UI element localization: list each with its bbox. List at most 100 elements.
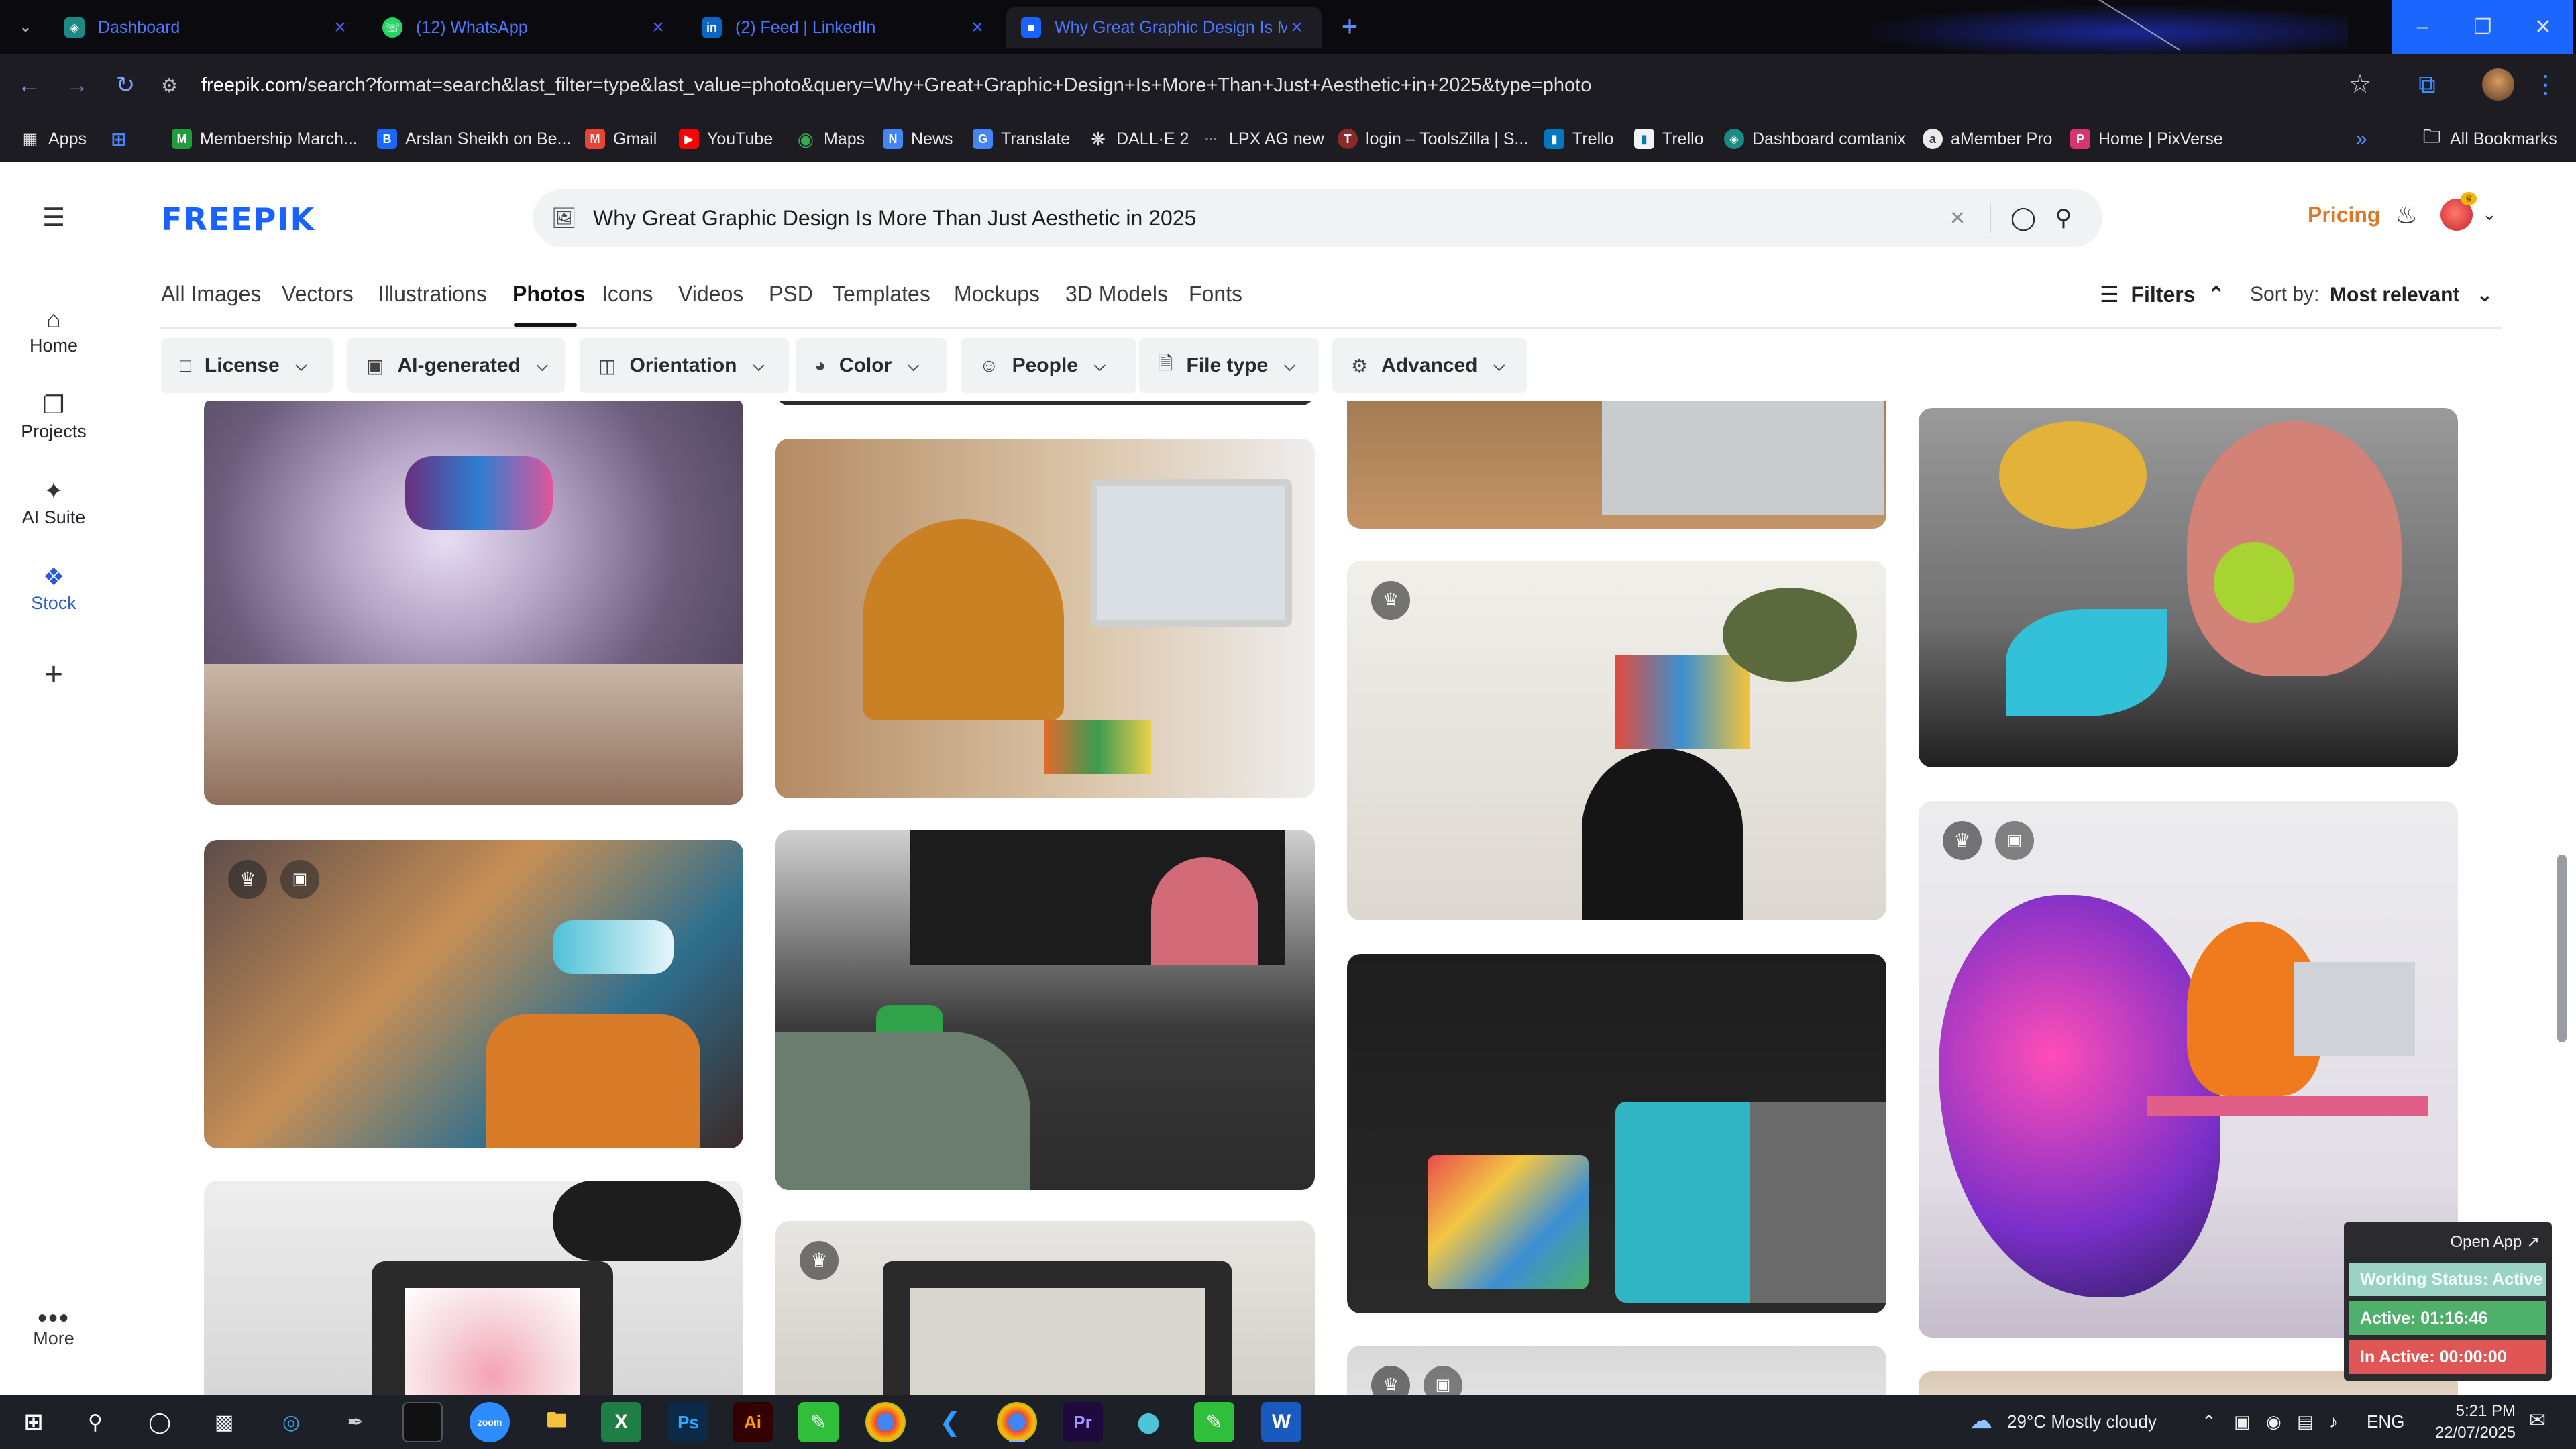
browser-tab-whatsapp[interactable]: ☏ (12) WhatsApp × bbox=[368, 7, 683, 48]
tab-icons[interactable]: Icons bbox=[602, 282, 653, 307]
bookmark-toolszilla[interactable]: Tlogin – ToolsZilla | S... bbox=[1338, 122, 1528, 156]
sidebar-item-projects[interactable]: ❐ Projects bbox=[0, 389, 107, 442]
weather-text[interactable]: 29°C Mostly cloudy bbox=[2007, 1411, 2157, 1432]
bookmark-translate[interactable]: G Translate bbox=[973, 122, 1070, 156]
extensions-puzzle-icon[interactable]: ⧉ bbox=[2408, 66, 2446, 103]
camera-search-icon[interactable]: ◯ bbox=[2003, 205, 2043, 231]
tab-illustrations[interactable]: Illustrations bbox=[378, 282, 487, 307]
sort-select[interactable]: Most relevant ⌄ bbox=[2330, 283, 2493, 307]
close-tab-icon[interactable]: × bbox=[648, 16, 668, 39]
result-photo-laptop-swatches-cropped[interactable] bbox=[1347, 401, 1886, 529]
result-photo-watercolor-drawing-tablet[interactable] bbox=[1347, 954, 1886, 1313]
tab-psd[interactable]: PSD bbox=[769, 282, 813, 307]
bookmark-trello-2[interactable]: ▮ Trello bbox=[1634, 122, 1704, 156]
result-photo-ar-butterflies-woman[interactable] bbox=[1919, 408, 2458, 767]
filters-toggle-button[interactable]: ☰ Filters ⌃ bbox=[2100, 282, 2225, 307]
url-text[interactable]: freepik.com/search?format=search&last_fi… bbox=[201, 74, 1591, 97]
bookmark-star-icon[interactable]: ☆ bbox=[2341, 66, 2379, 103]
tab-all-images[interactable]: All Images bbox=[161, 282, 261, 307]
weather-cloud-icon[interactable]: ☁ bbox=[1970, 1407, 1992, 1434]
browser-profile-avatar[interactable] bbox=[2482, 68, 2514, 101]
green-app-2-icon[interactable]: ✎ bbox=[1194, 1402, 1234, 1442]
tray-volume-icon[interactable]: ♪ bbox=[2329, 1411, 2338, 1432]
window-minimize-icon[interactable]: – bbox=[2392, 0, 2453, 54]
terminal-icon[interactable] bbox=[402, 1402, 443, 1442]
bookmark-trello-1[interactable]: ▮ Trello bbox=[1544, 122, 1614, 156]
open-app-link[interactable]: Open App ↗ bbox=[2349, 1228, 2546, 1257]
page-scrollbar[interactable] bbox=[2557, 401, 2571, 1395]
url-omnibox[interactable]: ⚙ freepik.com/search?format=search&last_… bbox=[161, 62, 2375, 109]
tab-photos[interactable]: Photos bbox=[513, 282, 585, 307]
teal-app-icon[interactable]: ⬤ bbox=[1128, 1402, 1169, 1442]
result-photo-tablet-flower-sketch[interactable] bbox=[204, 1181, 743, 1395]
close-tab-icon[interactable]: × bbox=[1287, 16, 1307, 39]
browser-tab-linkedin[interactable]: in (2) Feed | LinkedIn × bbox=[687, 7, 1002, 48]
scrollbar-thumb[interactable] bbox=[2557, 855, 2567, 1042]
tab-templates[interactable]: Templates bbox=[833, 282, 930, 307]
filter-file-type[interactable]: 🗎 File type ⌵ bbox=[1139, 338, 1319, 393]
tray-network-icon[interactable]: ▤ bbox=[2297, 1411, 2314, 1432]
all-bookmarks-folder[interactable]: 🗀 All Bookmarks bbox=[2422, 122, 2557, 156]
chevron-down-icon[interactable]: ⌄ bbox=[2482, 204, 2497, 225]
bookmark-behance[interactable]: B Arslan Sheikh on Be... bbox=[377, 122, 571, 156]
result-photo-cropped-bottom[interactable]: ♛ ▣ bbox=[1347, 1346, 1886, 1395]
close-tab-icon[interactable]: × bbox=[330, 16, 350, 39]
bookmark-pixverse[interactable]: P Home | PixVerse bbox=[2070, 122, 2223, 156]
sidebar-item-ai-suite[interactable]: ✦ AI Suite bbox=[0, 475, 107, 528]
window-restore-icon[interactable]: ❐ bbox=[2453, 0, 2513, 54]
bookmark-lpx[interactable]: ⋯ LPX AG new bbox=[1201, 122, 1324, 156]
result-photo-overhead-designer-desk[interactable]: ♛ bbox=[1347, 561, 1886, 920]
result-photo-vr-woman-painting[interactable]: ♛ ▣ bbox=[204, 840, 743, 1148]
bookmark-grid[interactable]: ⊞ bbox=[109, 122, 137, 156]
input-language[interactable]: ENG bbox=[2367, 1411, 2404, 1432]
result-photo-graphic-tablet-workspace[interactable] bbox=[775, 830, 1315, 1190]
pricing-link[interactable]: Pricing bbox=[2308, 203, 2380, 227]
illustrator-icon[interactable]: Ai bbox=[733, 1402, 773, 1442]
add-plus-icon[interactable]: + bbox=[38, 659, 70, 691]
bookmark-amember[interactable]: a aMember Pro bbox=[1923, 122, 2052, 156]
forward-arrow-icon[interactable]: → bbox=[59, 67, 95, 103]
tray-camera-icon[interactable]: ◉ bbox=[2266, 1411, 2282, 1432]
reload-icon[interactable]: ↻ bbox=[107, 67, 144, 103]
premiere-pro-icon[interactable]: Pr bbox=[1063, 1402, 1103, 1442]
pen-tool-icon[interactable]: ✒ bbox=[335, 1402, 376, 1442]
site-settings-icon[interactable]: ⚙ bbox=[161, 74, 188, 97]
browser-tab-dashboard[interactable]: ◈ Dashboard × bbox=[50, 7, 365, 48]
tab-mockups[interactable]: Mockups bbox=[954, 282, 1040, 307]
bookmarks-overflow-chevron-icon[interactable]: » bbox=[2356, 122, 2367, 156]
filter-people[interactable]: ☺ People ⌵ bbox=[961, 338, 1136, 393]
result-photo-cropped-top[interactable] bbox=[775, 401, 1315, 405]
bookmark-news[interactable]: N News bbox=[883, 122, 953, 156]
search-icon[interactable]: ⚲ bbox=[75, 1402, 115, 1442]
bookmark-maps[interactable]: ◉ Maps bbox=[796, 122, 865, 156]
search-input[interactable]: Why Great Graphic Design Is More Than Ju… bbox=[578, 206, 1937, 231]
notifications-bell-icon[interactable]: ♨ bbox=[2395, 200, 2418, 230]
chrome-active-icon[interactable] bbox=[997, 1402, 1037, 1442]
word-icon[interactable]: W bbox=[1261, 1402, 1301, 1442]
bookmark-comtanix[interactable]: ◈ Dashboard comtanix bbox=[1724, 122, 1906, 156]
edge-browser-icon[interactable]: ◎ bbox=[271, 1402, 311, 1442]
tab-3d-models[interactable]: 3D Models bbox=[1065, 282, 1168, 307]
back-arrow-icon[interactable]: ← bbox=[11, 67, 47, 103]
browser-tab-freepik[interactable]: ■ Why Great Graphic Design Is M × bbox=[1006, 7, 1322, 48]
photoshop-icon[interactable]: Ps bbox=[668, 1402, 708, 1442]
tab-videos[interactable]: Videos bbox=[678, 282, 743, 307]
window-close-icon[interactable]: ✕ bbox=[2513, 0, 2573, 54]
filter-color[interactable]: ◕ Color ⌵ bbox=[796, 338, 947, 393]
bookmark-gmail[interactable]: M Gmail bbox=[585, 122, 657, 156]
notifications-icon[interactable]: ✉ bbox=[2529, 1409, 2546, 1432]
filter-orientation[interactable]: ◫ Orientation ⌵ bbox=[580, 338, 789, 393]
search-icon[interactable]: ⚲ bbox=[2043, 205, 2084, 231]
tab-fonts[interactable]: Fonts bbox=[1189, 282, 1242, 307]
tab-vectors[interactable]: Vectors bbox=[282, 282, 354, 307]
sidebar-item-home[interactable]: ⌂ Home bbox=[0, 303, 107, 356]
windows-start-icon[interactable]: ⊞ bbox=[13, 1402, 54, 1442]
close-tab-icon[interactable]: × bbox=[967, 16, 987, 39]
bookmark-membership[interactable]: M Membership March... bbox=[172, 122, 358, 156]
file-explorer-icon[interactable]: 🖿 bbox=[537, 1402, 577, 1442]
filter-license[interactable]: □ License ⌵ bbox=[161, 338, 333, 393]
chrome-icon[interactable] bbox=[865, 1402, 906, 1442]
hamburger-menu-icon[interactable]: ☰ bbox=[39, 203, 68, 233]
bookmark-dalle[interactable]: ❋ DALL·E 2 bbox=[1088, 122, 1189, 156]
excel-icon[interactable]: X bbox=[601, 1402, 641, 1442]
